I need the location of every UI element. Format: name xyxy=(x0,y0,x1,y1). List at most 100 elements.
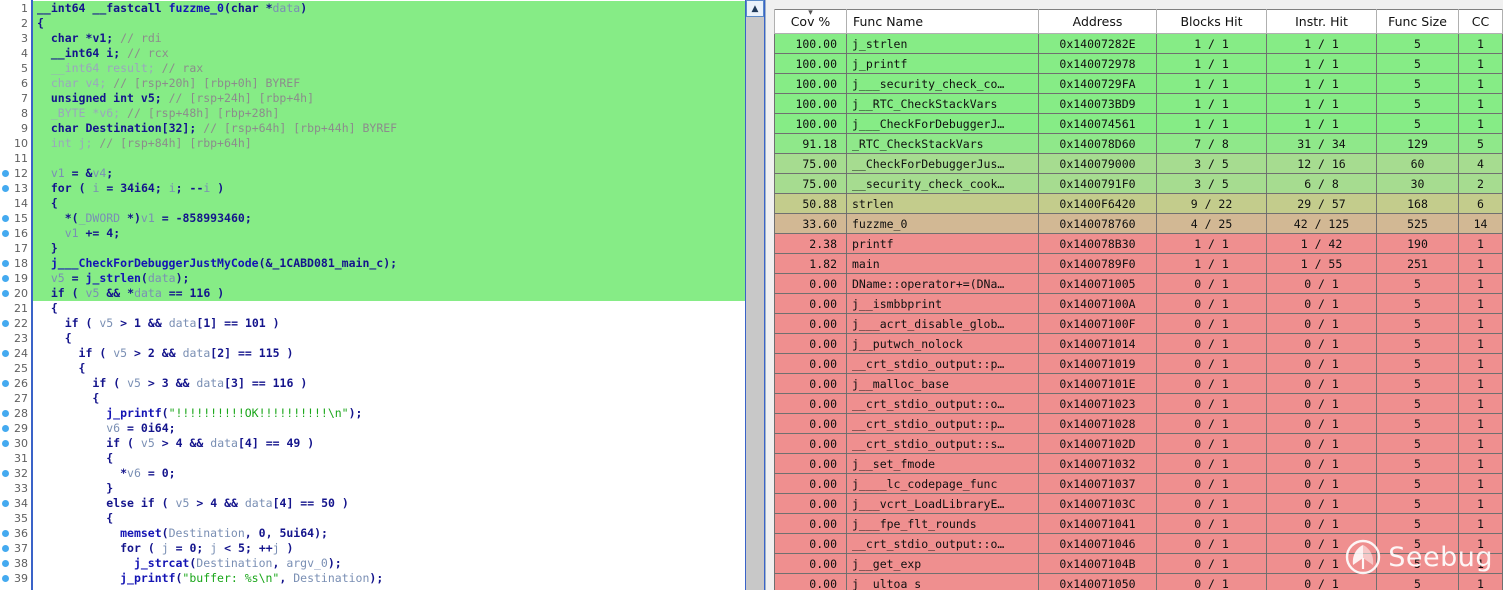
table-row[interactable]: 0.00 j__set_fmode 0x140071032 0 / 10 / 151 xyxy=(774,453,1503,474)
code-line[interactable]: j_strcat(Destination, argv_0); xyxy=(33,556,746,571)
breakpoint-dot-icon[interactable] xyxy=(2,170,9,177)
code-line[interactable]: __int64 result; // rax xyxy=(33,61,746,76)
code-line[interactable]: j_printf("!!!!!!!!!!OK!!!!!!!!!!\n"); xyxy=(33,406,746,421)
code-line[interactable]: if ( v5 && *data == 116 ) xyxy=(33,286,746,301)
table-row[interactable]: 100.00 j_strlen 0x14007282E 1 / 11 / 151 xyxy=(774,33,1503,54)
table-row[interactable]: 0.00 j__malloc_base 0x14007101E 0 / 10 / 15… xyxy=(774,373,1503,394)
code-line[interactable]: j___CheckForDebuggerJustMyCode(&_1CABD08… xyxy=(33,256,746,271)
breakpoint-dot-icon[interactable] xyxy=(2,575,9,582)
code-line[interactable]: if ( v5 > 2 && data[2] == 115 ) xyxy=(33,346,746,361)
table-row[interactable]: 75.00 __CheckForDebuggerJus… 0x140079000 3 … xyxy=(774,153,1503,174)
column-header-func-size[interactable]: Func Size xyxy=(1376,9,1459,34)
code-line[interactable]: _BYTE *v6; // [rsp+48h] [rbp+28h] xyxy=(33,106,746,121)
code-line[interactable]: { xyxy=(33,331,746,346)
breakpoint-dot-icon[interactable] xyxy=(2,470,9,477)
code-line[interactable]: *(_DWORD *)v1 = -858993460; xyxy=(33,211,746,226)
cell-cc: 1 xyxy=(1458,553,1503,574)
column-header-blocks-hit[interactable]: Blocks Hit xyxy=(1156,9,1267,34)
table-row[interactable]: 2.38 printf 0x140078B30 1 / 11 / 42 190 1 xyxy=(774,233,1503,254)
table-row[interactable]: 0.00 j___vcrt_LoadLibraryE… 0x14007103C 0 /… xyxy=(774,493,1503,514)
column-header-address[interactable]: Address xyxy=(1038,9,1157,34)
code-line[interactable]: j_printf("buffer: %s\n", Destination); xyxy=(33,571,746,586)
code-line[interactable]: for ( j = 0; j < 5; ++j ) xyxy=(33,541,746,556)
table-row[interactable]: 0.00 j___acrt_disable_glob… 0x14007100F 0 /… xyxy=(774,313,1503,334)
table-row[interactable]: 100.00 j___CheckForDebuggerJ… 0x140074561 1… xyxy=(774,113,1503,134)
table-row[interactable]: 0.00 j____lc_codepage_func 0x140071037 0 / … xyxy=(774,473,1503,494)
table-row[interactable]: 100.00 j_printf 0x140072978 1 / 11 / 151 xyxy=(774,53,1503,74)
breakpoint-dot-icon[interactable] xyxy=(2,350,9,357)
code-line[interactable]: { xyxy=(33,301,746,316)
code-line[interactable]: { xyxy=(33,391,746,406)
code-line[interactable]: else if ( v5 > 4 && data[4] == 50 ) xyxy=(33,496,746,511)
breakpoint-dot-icon[interactable] xyxy=(2,410,9,417)
code-line[interactable]: *v6 = 0; xyxy=(33,466,746,481)
pseudocode-scroll-area[interactable]: 1 2 3 4 5 6 7 8 9 10 11 12 13 14 15 16 17 18 19 20 21 22 23 24 2… xyxy=(0,0,746,590)
breakpoint-dot-icon[interactable] xyxy=(2,320,9,327)
breakpoint-dot-icon[interactable] xyxy=(2,560,9,567)
breakpoint-dot-icon[interactable] xyxy=(2,500,9,507)
scrollbar-track[interactable] xyxy=(746,18,764,590)
code-line[interactable]: __int64 __fastcall fuzzme_0(char *data) xyxy=(33,1,746,16)
code-line[interactable]: char Destination[32]; // [rsp+64h] [rbp+… xyxy=(33,121,746,136)
column-header-instr-hit[interactable]: Instr. Hit xyxy=(1266,9,1377,34)
code-line[interactable]: if ( v5 > 1 && data[1] == 101 ) xyxy=(33,316,746,331)
breakpoint-dot-icon[interactable] xyxy=(2,290,9,297)
breakpoint-dot-icon[interactable] xyxy=(2,440,9,447)
table-row[interactable]: 0.00 __crt_stdio_output::p… 0x140071019 0 /… xyxy=(774,353,1503,374)
code-line[interactable]: v5 = j_strlen(data); xyxy=(33,271,746,286)
code-line[interactable]: v1 = &v4; xyxy=(33,166,746,181)
breakpoint-dot-icon[interactable] xyxy=(2,275,9,282)
breakpoint-dot-icon[interactable] xyxy=(2,215,9,222)
code-line[interactable]: if ( v5 > 3 && data[3] == 116 ) xyxy=(33,376,746,391)
breakpoint-dot-icon[interactable] xyxy=(2,230,9,237)
table-row[interactable]: 0.00 j__ultoa_s 0x140071050 0 / 10 / 151 xyxy=(774,573,1503,590)
table-row[interactable]: 75.00 __security_check_cook… 0x1400791F0 3 … xyxy=(774,173,1503,194)
scroll-up-button[interactable]: ▲ xyxy=(746,0,764,17)
table-row[interactable]: 100.00 j___security_check_co… 0x1400729FA 1… xyxy=(774,73,1503,94)
column-header-cov-percent[interactable]: ▾ Cov % xyxy=(774,9,847,34)
breakpoint-dot-icon[interactable] xyxy=(2,530,9,537)
breakpoint-dot-icon[interactable] xyxy=(2,260,9,267)
column-header-func-name[interactable]: Func Name xyxy=(846,9,1039,34)
code-line[interactable]: { xyxy=(33,16,746,31)
code-line[interactable]: } xyxy=(33,481,746,496)
code-line[interactable]: unsigned int v5; // [rsp+24h] [rbp+4h] xyxy=(33,91,746,106)
column-header-cc[interactable]: CC xyxy=(1458,9,1503,34)
table-row[interactable]: 100.00 j__RTC_CheckStackVars 0x140073BD9 1 … xyxy=(774,93,1503,114)
code-line[interactable]: { xyxy=(33,511,746,526)
code-line[interactable]: { xyxy=(33,361,746,376)
code-line[interactable]: { xyxy=(33,196,746,211)
code-line[interactable]: { xyxy=(33,451,746,466)
table-row[interactable]: 0.00 j__get_exp 0x14007104B 0 / 10 / 151 xyxy=(774,553,1503,574)
code-line[interactable]: __int64 i; // rcx xyxy=(33,46,746,61)
table-row[interactable]: 0.00 __crt_stdio_output::o… 0x140071023 0 /… xyxy=(774,393,1503,414)
breakpoint-dot-icon[interactable] xyxy=(2,185,9,192)
code-vertical-scrollbar[interactable]: ▲ xyxy=(745,0,765,590)
breakpoint-dot-icon[interactable] xyxy=(2,380,9,387)
code-line[interactable] xyxy=(33,151,746,166)
code-line[interactable]: int j; // [rsp+84h] [rbp+64h] xyxy=(33,136,746,151)
code-line[interactable]: } xyxy=(33,241,746,256)
code-line[interactable]: v1 += 4; xyxy=(33,226,746,241)
code-line[interactable]: char v4; // [rsp+20h] [rbp+0h] BYREF xyxy=(33,76,746,91)
table-row[interactable]: 33.60 fuzzme_0 0x140078760 4 / 25 42 / 125 52… xyxy=(774,213,1503,234)
breakpoint-dot-icon[interactable] xyxy=(2,545,9,552)
table-row[interactable]: 0.00 __crt_stdio_output::o… 0x140071046 0 /… xyxy=(774,533,1503,554)
code-line[interactable]: memset(Destination, 0, 5ui64); xyxy=(33,526,746,541)
code-line[interactable]: char *v1; // rdi xyxy=(33,31,746,46)
table-row[interactable]: 0.00 j__ismbbprint 0x14007100A 0 / 10 / 151 xyxy=(774,293,1503,314)
table-row[interactable]: 91.18 _RTC_CheckStackVars 0x140078D60 7 / 8… xyxy=(774,133,1503,154)
breakpoint-dot-icon[interactable] xyxy=(2,425,9,432)
table-row[interactable]: 50.88 strlen 0x1400F6420 9 / 22 29 / 57 168 6 xyxy=(774,193,1503,214)
pseudocode-text[interactable]: __int64 __fastcall fuzzme_0(char *data){… xyxy=(33,0,746,590)
table-row[interactable]: 1.82 main 0x1400789F0 1 / 11 / 55 251 1 xyxy=(774,253,1503,274)
table-row[interactable]: 0.00 j___fpe_flt_rounds 0x140071041 0 / 10 … xyxy=(774,513,1503,534)
code-line[interactable]: v6 = 0i64; xyxy=(33,421,746,436)
table-row[interactable]: 0.00 j__putwch_nolock 0x140071014 0 / 10 / … xyxy=(774,333,1503,354)
table-row[interactable]: 0.00 DName::operator+=(DNa… 0x140071005 0 /… xyxy=(774,273,1503,294)
cell-address: 0x140071046 xyxy=(1038,533,1157,554)
code-line[interactable]: for ( i = 34i64; i; --i ) xyxy=(33,181,746,196)
table-row[interactable]: 0.00 __crt_stdio_output::s… 0x14007102D 0 /… xyxy=(774,433,1503,454)
code-line[interactable]: if ( v5 > 4 && data[4] == 49 ) xyxy=(33,436,746,451)
table-row[interactable]: 0.00 __crt_stdio_output::p… 0x140071028 0 /… xyxy=(774,413,1503,434)
